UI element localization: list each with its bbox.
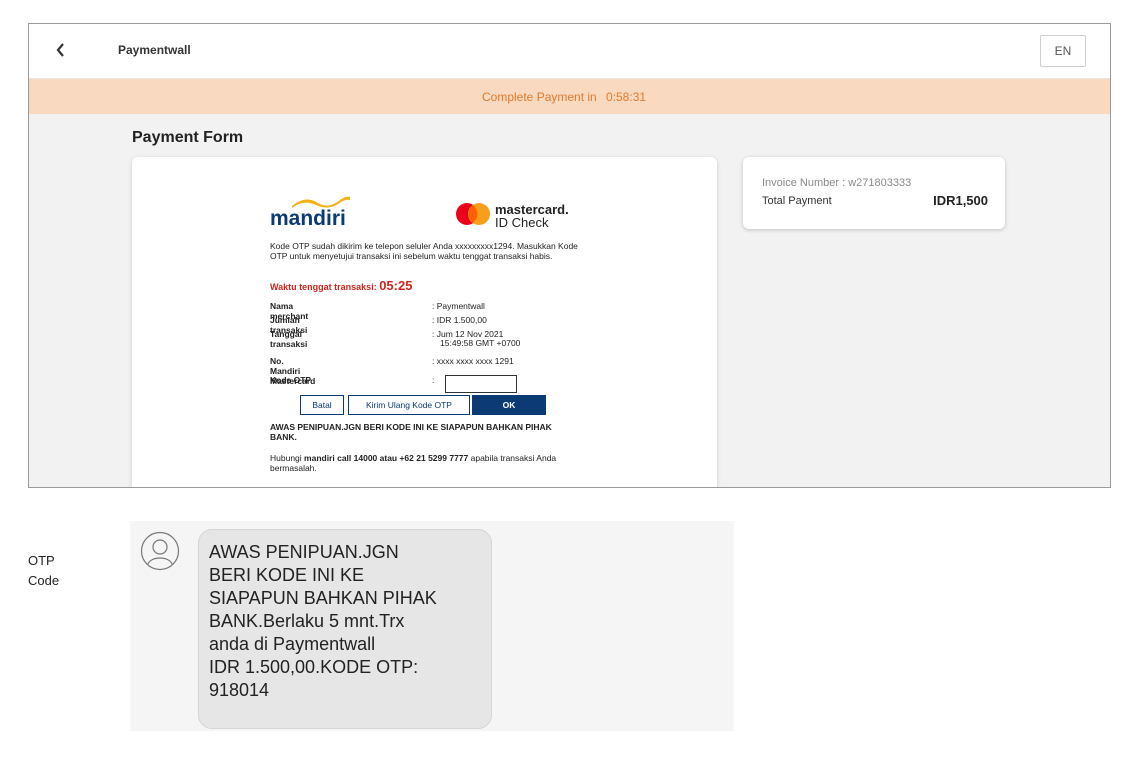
- mastercard-id-check-logo: mastercard. ID Check: [455, 199, 595, 231]
- sms-bubble: AWAS PENIPUAN.JGN BERI KODE INI KE SIAPA…: [198, 529, 492, 729]
- mandiri-logo-text: mandiri: [270, 207, 346, 230]
- top-header: Paymentwall EN: [29, 24, 1110, 79]
- detail-value: : Paymentwall: [432, 301, 485, 311]
- page-title: Payment Form: [132, 129, 244, 146]
- payment-form-card: mandiri mastercard. ID Check Kode OTP su…: [132, 157, 717, 487]
- sms-side-label: OTP Code: [28, 551, 88, 591]
- detail-value: 15:49:58 GMT +0700: [440, 338, 521, 348]
- sms-message-text: AWAS PENIPUAN.JGN BERI KODE INI KE SIAPA…: [209, 542, 437, 700]
- user-avatar-icon: [140, 531, 180, 571]
- total-payment-value: IDR1,500: [933, 193, 988, 208]
- payment-timer-bar: Complete Payment in 0:58:31: [29, 79, 1110, 114]
- timer-value: 0:58:31: [606, 90, 647, 104]
- language-button[interactable]: EN: [1040, 35, 1086, 67]
- contact-info: Hubungi mandiri call 14000 atau +62 21 5…: [270, 453, 590, 473]
- detail-value: :: [432, 375, 435, 385]
- detail-value: : xxxx xxxx xxxx 1291: [432, 356, 514, 366]
- timer-label: Complete Payment in: [482, 90, 597, 104]
- otp-input[interactable]: [445, 375, 517, 393]
- sms-message-panel: AWAS PENIPUAN.JGN BERI KODE INI KE SIAPA…: [130, 521, 734, 731]
- detail-label: Tanggal transaksi: [270, 329, 308, 349]
- cancel-button[interactable]: Batal: [300, 395, 344, 415]
- detail-row-otp: Kode OTP :: [270, 375, 570, 393]
- otp-instructions: Kode OTP sudah dikirim ke telepon selule…: [270, 241, 578, 261]
- id-check-text: ID Check: [495, 215, 549, 230]
- resend-otp-button[interactable]: Kirim Ulang Kode OTP: [348, 395, 470, 415]
- back-button[interactable]: [51, 38, 71, 62]
- invoice-summary-card: Invoice Number : w271803333 Total Paymen…: [743, 157, 1005, 229]
- side-label-line1: OTP: [28, 553, 55, 568]
- app-title: Paymentwall: [118, 43, 191, 57]
- deadline-time: 05:25: [379, 278, 413, 293]
- ok-button[interactable]: OK: [472, 395, 546, 415]
- mastercard-circles-icon: [456, 203, 490, 225]
- contact-numbers: mandiri call 14000 atau +62 21 5299 7777: [304, 453, 469, 463]
- chevron-left-icon: [56, 43, 64, 57]
- transaction-deadline: Waktu tenggat transaksi: 05:25: [270, 278, 412, 293]
- browser-frame: Paymentwall EN Complete Payment in 0:58:…: [28, 23, 1111, 488]
- total-payment-label: Total Payment: [762, 195, 832, 207]
- mandiri-logo: mandiri: [270, 195, 350, 230]
- deadline-label: Waktu tenggat transaksi:: [270, 282, 377, 292]
- side-label-line2: Code: [28, 573, 60, 588]
- invoice-number: Invoice Number : w271803333: [762, 177, 912, 189]
- detail-label: Kode OTP: [270, 375, 312, 385]
- detail-value: : IDR 1.500,00: [432, 315, 487, 325]
- fraud-warning: AWAS PENIPUAN.JGN BERI KODE INI KE SIAPA…: [270, 422, 552, 442]
- contact-prefix: Hubungi: [270, 453, 305, 463]
